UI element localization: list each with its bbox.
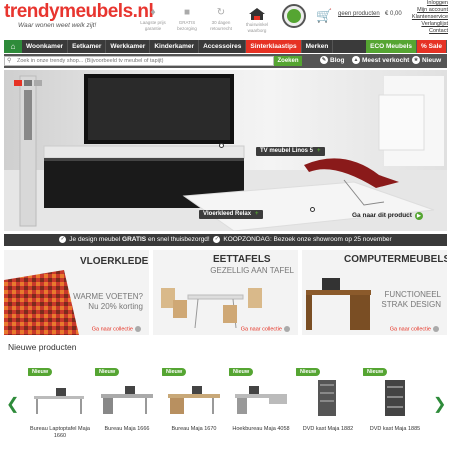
product-name[interactable]: DVD kast Maja 1882	[296, 426, 360, 433]
product-card[interactable]: Nieuw DVD kast Maja 1882	[296, 368, 360, 446]
tile-heading: COMPUTERMEUBELS	[344, 254, 447, 265]
hero-scene	[4, 74, 447, 231]
product-image	[34, 388, 84, 414]
nav-item-woonkamer[interactable]: Woonkamer	[22, 40, 69, 53]
nav-item-merken[interactable]: Merken	[302, 40, 334, 53]
tile-computermeubels[interactable]: COMPUTERMEUBELS FUNCTIONEEL STRAK DESIGN…	[302, 250, 447, 335]
main-nav: ⌂ Woonkamer Eetkamer Werkkamer Kinderkam…	[4, 40, 447, 53]
new-badge: Nieuw	[363, 368, 388, 376]
webwinkelkeur-icon[interactable]	[282, 4, 306, 28]
nav-item-kinderkamer[interactable]: Kinderkamer	[150, 40, 200, 53]
tile-sub: WARME VOETEN?	[73, 292, 143, 301]
nav-item-sale[interactable]: % Sale	[417, 40, 447, 53]
check-icon: ✓	[213, 235, 221, 243]
bestsellers-link[interactable]: ▲ Meest verkocht	[352, 55, 409, 67]
truck-icon: ■	[183, 7, 191, 18]
home-icon[interactable]: ⌂	[4, 40, 22, 53]
return-icon: ↻	[216, 7, 226, 18]
product-card[interactable]: Nieuw Bureau Maja 1666	[95, 368, 159, 446]
blog-link[interactable]: ✎ Blog	[320, 55, 344, 67]
hotspot-label-tv[interactable]: TV meubel Linos 5 +	[256, 147, 325, 156]
search-button[interactable]: Zoeken	[274, 56, 302, 66]
product-name[interactable]: Bureau Laptoptafel Maja 1660	[28, 426, 92, 440]
tile-link[interactable]: Ga naar collectie	[241, 325, 290, 332]
tile-sub2: STRAK DESIGN	[381, 300, 441, 309]
nav-item-eco[interactable]: ECO Meubels	[366, 40, 418, 53]
nav-item-sinterklaastips[interactable]: Sinterklaastips	[246, 40, 302, 53]
usp-lowest-price: ♦ Laagste prijs garantie	[140, 7, 166, 31]
carousel-next-icon[interactable]: ❯	[433, 397, 446, 413]
color-swatch-grey[interactable]	[24, 80, 32, 86]
price-tag-icon: ♦	[150, 7, 156, 18]
usp-return: ↻ 30 dagen retourrecht	[210, 7, 232, 31]
product-name[interactable]: Hoekbureau Maja 4058	[229, 426, 293, 433]
new-products-title: Nieuwe producten	[8, 342, 77, 352]
star-icon: ★	[412, 56, 420, 65]
hotspot-rug[interactable]	[310, 207, 315, 212]
product-card[interactable]: Nieuw DVD kast Maja 1885	[363, 368, 427, 446]
usp-free-delivery: ■ GRATIS bezorging	[177, 7, 197, 31]
product-image	[101, 386, 153, 414]
arrow-right-icon	[284, 325, 290, 332]
thuiswinkel-icon	[249, 8, 265, 20]
wishlist-link[interactable]: Verlanglijst	[412, 21, 448, 28]
promo-bar: ✓ Je design meubel GRATIS en snel thuisbe…	[4, 234, 447, 246]
tile-heading: VLOERKLEDEN	[80, 256, 149, 267]
arrow-right-icon	[135, 325, 141, 332]
new-link[interactable]: ★ Nieuw	[412, 55, 441, 67]
logo-tagline: Waar wonen weet welk zijt!	[18, 22, 97, 29]
login-link[interactable]: Inloggen	[412, 0, 448, 7]
product-image	[385, 380, 405, 416]
hero-cta[interactable]: Ga naar dit product ▶	[352, 212, 423, 220]
contact-link[interactable]: Contact	[412, 28, 448, 35]
tile-link[interactable]: Ga naar collectie	[92, 325, 141, 332]
site-logo[interactable]: trendymeubels.nl Waar wonen weet welk zi…	[4, 1, 154, 36]
product-image	[168, 386, 220, 414]
my-account-link[interactable]: Mijn account	[412, 7, 448, 14]
new-badge: Nieuw	[28, 368, 53, 376]
tile-heading: EETTAFELS	[213, 254, 271, 265]
product-image	[318, 380, 336, 416]
tile-link[interactable]: Ga naar collectie	[390, 325, 439, 332]
hero-banner[interactable]: TV meubel Linos 5 + Vloerkleed Relax +	[4, 70, 447, 231]
new-badge: Nieuw	[296, 368, 321, 376]
check-icon: ✓	[59, 235, 67, 243]
product-name[interactable]: Bureau Maja 1666	[95, 426, 159, 433]
product-name[interactable]: Bureau Maja 1670	[162, 426, 226, 433]
arrow-right-icon: ▶	[414, 212, 423, 220]
carousel-prev-icon[interactable]: ❮	[6, 397, 19, 413]
product-card[interactable]: Nieuw Bureau Maja 1670	[162, 368, 226, 446]
arrow-right-icon	[433, 325, 439, 332]
account-links: Inloggen Mijn account Klantenservice Ver…	[412, 0, 448, 35]
new-badge: Nieuw	[162, 368, 187, 376]
tile-vloerkleden[interactable]: VLOERKLEDEN WARME VOETEN? Nu 20% korting…	[4, 250, 149, 335]
tile-sub2: Nu 20% korting	[88, 302, 143, 311]
search-input[interactable]: Zoek in onze trendy shop... (Bijvoorbeel…	[4, 56, 274, 66]
cart-total: € 0,00	[385, 11, 402, 17]
tile-sub: FUNCTIONEEL	[384, 290, 441, 299]
logo-text: trendymeubels.nl	[4, 1, 154, 22]
nav-item-eetkamer[interactable]: Eetkamer	[68, 40, 107, 53]
customer-service-link[interactable]: Klantenservice	[412, 14, 448, 21]
usp-thuiswinkel[interactable]: thuiswinkel waarborg	[242, 7, 272, 33]
cart-link[interactable]: geen producten	[338, 11, 380, 17]
new-badge: Nieuw	[95, 368, 120, 376]
tile-sub: GEZELLIG AAN TAFEL	[210, 266, 294, 275]
hotspot-tv[interactable]	[219, 143, 224, 148]
new-badge: Nieuw	[229, 368, 254, 376]
product-name[interactable]: DVD kast Maja 1885	[363, 426, 427, 433]
color-swatch-red[interactable]	[14, 80, 22, 86]
product-card[interactable]: Nieuw Hoekbureau Maja 4058	[229, 368, 293, 446]
search-icon: ⚲	[7, 58, 12, 64]
product-image	[235, 386, 287, 414]
hotspot-label-rug[interactable]: Vloerkleed Relax +	[199, 210, 263, 219]
nav-item-werkkamer[interactable]: Werkkamer	[106, 40, 151, 53]
color-swatch-light[interactable]	[34, 80, 42, 86]
cart-icon[interactable]: 🛒	[316, 8, 332, 24]
pencil-icon: ✎	[320, 56, 328, 65]
nav-item-accessoires[interactable]: Accessoires	[199, 40, 247, 53]
thumbs-up-icon: ▲	[352, 56, 360, 65]
tile-eettafels[interactable]: EETTAFELS GEZELLIG AAN TAFEL Ga naar col…	[153, 250, 298, 335]
product-card[interactable]: Nieuw Bureau Laptoptafel Maja 1660	[28, 368, 92, 446]
